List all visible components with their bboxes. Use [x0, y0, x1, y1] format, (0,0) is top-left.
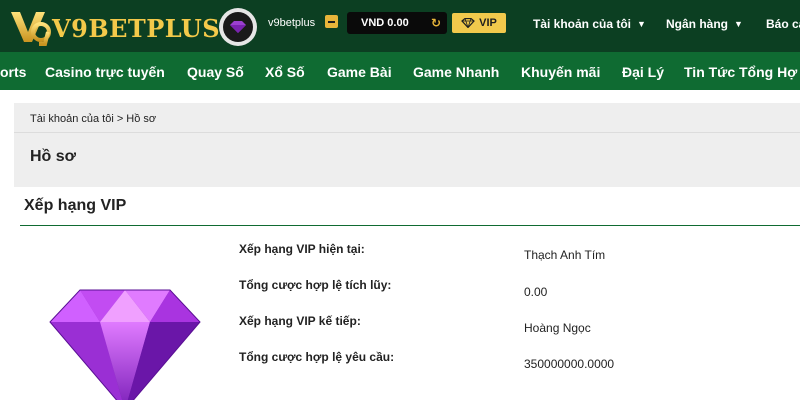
- vip-label: VIP: [479, 17, 497, 29]
- current-vip-label: Xếp hạng VIP hiện tại:: [239, 242, 365, 256]
- vip-section-title: Xếp hạng VIP: [24, 197, 127, 214]
- nav-item-quick-games[interactable]: Game Nhanh: [413, 64, 499, 80]
- username: v9betplus: [268, 17, 316, 29]
- main-navigation: orts Casino trực tuyến Quay Số Xổ Số Gam…: [0, 52, 800, 90]
- top-header: V9BETPLUS v9betplus VND 0.00 ↻ VIP Tài k…: [0, 0, 800, 52]
- required-bets-label: Tổng cược hợp lệ yêu cầu:: [239, 350, 395, 364]
- nav-item-lottery[interactable]: Xổ Số: [265, 64, 305, 80]
- balance-display: VND 0.00 ↻: [347, 12, 447, 34]
- accumulated-bets-value: 0.00: [524, 285, 548, 299]
- section-divider: [20, 225, 800, 226]
- diamond-icon: [461, 18, 475, 28]
- balance-amount: VND 0.00: [361, 17, 409, 29]
- nav-reports-label: Báo cá: [766, 17, 800, 31]
- main-content: Tài khoản của tôi > Hồ sơ Hồ sơ Xếp hạng…: [0, 90, 800, 400]
- nav-my-account-label: Tài khoản của tôi: [533, 17, 632, 31]
- divider: [14, 132, 800, 133]
- nav-bank-label: Ngân hàng: [666, 17, 728, 31]
- accumulated-bets-label: Tổng cược hợp lệ tích lũy:: [239, 278, 392, 292]
- page-header: Tài khoản của tôi > Hồ sơ Hồ sơ: [14, 103, 800, 187]
- nav-bank[interactable]: Ngân hàng ▼: [666, 17, 743, 31]
- next-vip-label: Xếp hạng VIP kế tiếp:: [239, 314, 361, 328]
- nav-item-casino[interactable]: Casino trực tuyến: [45, 64, 165, 80]
- purple-gem-icon: [49, 289, 201, 400]
- page-title: Hồ sơ: [30, 148, 77, 165]
- chevron-down-icon: ▼: [734, 19, 743, 29]
- menu-icon[interactable]: [325, 15, 338, 28]
- nav-item-agency[interactable]: Đại Lý: [622, 64, 664, 80]
- current-vip-value: Thạch Anh Tím: [524, 248, 606, 262]
- nav-item-sports[interactable]: orts: [0, 64, 26, 80]
- avatar[interactable]: [219, 8, 257, 46]
- avatar-badge-icon: [223, 12, 253, 42]
- nav-my-account[interactable]: Tài khoản của tôi ▼: [533, 17, 646, 31]
- next-vip-value: Hoàng Ngọc: [524, 321, 591, 335]
- nav-item-promotions[interactable]: Khuyến mãi: [521, 64, 600, 80]
- nav-item-card-games[interactable]: Game Bài: [327, 64, 392, 80]
- nav-item-lottery-draw[interactable]: Quay Số: [187, 64, 244, 80]
- nav-item-news[interactable]: Tin Tức Tổng Hợ: [684, 64, 797, 80]
- nav-reports[interactable]: Báo cá: [766, 17, 800, 31]
- breadcrumb[interactable]: Tài khoản của tôi > Hồ sơ: [30, 113, 156, 125]
- logo-mark-icon: [11, 12, 51, 46]
- required-bets-value: 350000000.0000: [524, 357, 615, 371]
- vip-button[interactable]: VIP: [452, 13, 506, 33]
- site-logo[interactable]: V9BETPLUS: [8, 6, 220, 48]
- logo-text: V9BETPLUS: [52, 14, 221, 43]
- chevron-down-icon: ▼: [637, 19, 646, 29]
- refresh-icon[interactable]: ↻: [431, 16, 441, 30]
